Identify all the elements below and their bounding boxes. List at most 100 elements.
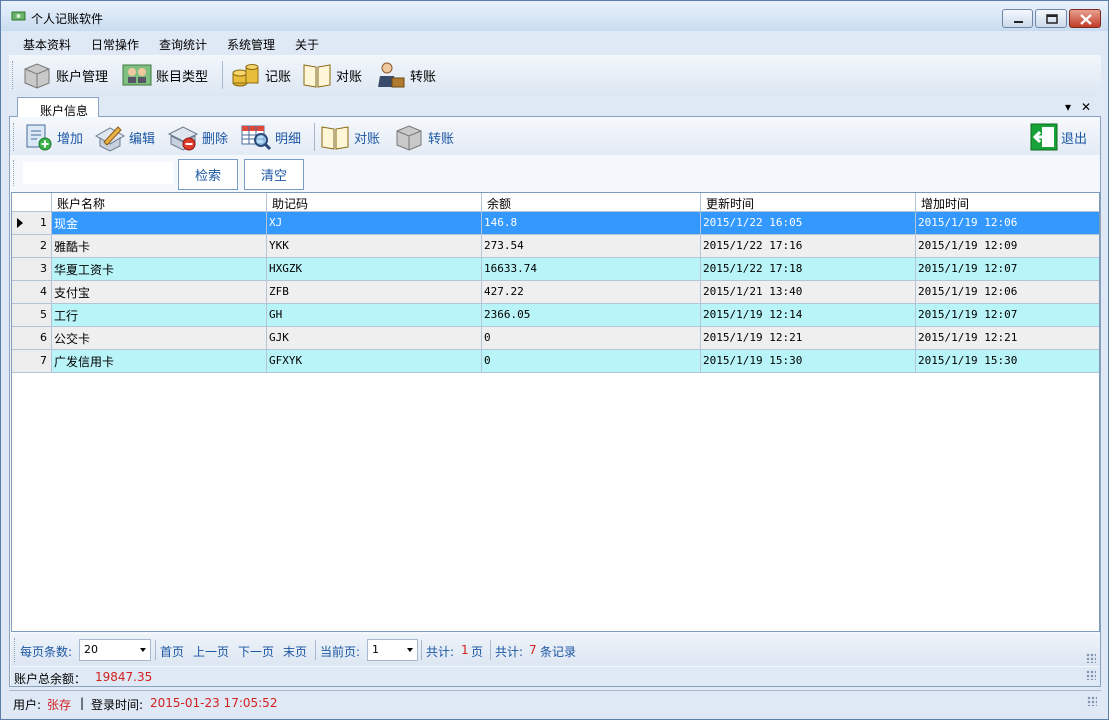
cell-mnemonic[interactable]: GH	[267, 304, 482, 326]
cell-account-name[interactable]: 公交卡	[52, 327, 267, 349]
cell-mnemonic[interactable]: HXGZK	[267, 258, 482, 280]
cell-added[interactable]: 2015/1/19 12:07	[916, 258, 1099, 280]
cell-account-name[interactable]: 工行	[52, 304, 267, 326]
cell-updated[interactable]: 2015/1/19 15:30	[701, 350, 916, 372]
header-balance[interactable]: 余额	[482, 193, 701, 212]
exit-button[interactable]: 退出	[1028, 122, 1087, 152]
cell-added[interactable]: 2015/1/19 12:06	[916, 212, 1099, 234]
toolbar-separator	[314, 123, 315, 151]
cell-updated[interactable]: 2015/1/22 16:05	[701, 212, 916, 234]
minimize-button[interactable]	[1002, 9, 1033, 28]
cell-added[interactable]: 2015/1/19 12:21	[916, 327, 1099, 349]
header-added[interactable]: 增加时间	[916, 193, 1099, 212]
add-button[interactable]: 增加	[24, 122, 83, 152]
transfer-button-2[interactable]: 转账	[393, 122, 454, 152]
coins-icon	[232, 64, 259, 87]
book-icon	[321, 126, 349, 150]
cell-balance[interactable]: 16633.74	[482, 258, 701, 280]
header-account-name[interactable]: 账户名称	[52, 193, 267, 212]
search-input[interactable]	[22, 161, 174, 185]
cell-account-name[interactable]: 广发信用卡	[52, 350, 267, 372]
cell-updated[interactable]: 2015/1/19 12:21	[701, 327, 916, 349]
cell-account-name[interactable]: 华夏工资卡	[52, 258, 267, 280]
table-row[interactable]: 7 广发信用卡 GFXYK 0 2015/1/19 15:30 2015/1/19 15:…	[12, 350, 1099, 373]
cell-added[interactable]: 2015/1/19 12:07	[916, 304, 1099, 326]
row-header[interactable]: 4	[12, 281, 52, 303]
row-header[interactable]: 3	[12, 258, 52, 280]
tab-account-info[interactable]: 账户信息	[17, 97, 99, 118]
menu-query-stats[interactable]: 查询统计	[159, 36, 207, 53]
cell-updated[interactable]: 2015/1/19 12:14	[701, 304, 916, 326]
title-bar: 个人记账软件	[1, 1, 1108, 31]
toolbar-grip	[13, 123, 16, 151]
cell-mnemonic[interactable]: GJK	[267, 327, 482, 349]
cell-balance[interactable]: 0	[482, 350, 701, 372]
table-row[interactable]: 6 公交卡 GJK 0 2015/1/19 12:21 2015/1/19 12:21	[12, 327, 1099, 350]
current-page-select[interactable]: 1	[367, 639, 418, 661]
cell-updated[interactable]: 2015/1/21 13:40	[701, 281, 916, 303]
menu-daily-ops[interactable]: 日常操作	[91, 36, 139, 53]
resize-grip-icon	[1086, 670, 1096, 680]
cell-mnemonic[interactable]: XJ	[267, 212, 482, 234]
row-header[interactable]: 6	[12, 327, 52, 349]
table-row[interactable]: 4 支付宝 ZFB 427.22 2015/1/21 13:40 2015/1/19 12…	[12, 281, 1099, 304]
cell-balance[interactable]: 0	[482, 327, 701, 349]
reconcile-button-2[interactable]: 对账	[319, 122, 380, 152]
cell-updated[interactable]: 2015/1/22 17:18	[701, 258, 916, 280]
cell-added[interactable]: 2015/1/19 12:06	[916, 281, 1099, 303]
cell-mnemonic[interactable]: YKK	[267, 235, 482, 257]
toolbar-grip	[13, 160, 16, 186]
table-row[interactable]: 5 工行 GH 2366.05 2015/1/19 12:14 2015/1/19 12:…	[12, 304, 1099, 327]
delete-button[interactable]: 删除	[167, 122, 228, 152]
reconcile-button[interactable]: 对账	[301, 59, 362, 91]
category-type-button[interactable]: 账目类型	[121, 59, 208, 91]
total-pages-label: 共计:	[426, 645, 455, 659]
cell-balance[interactable]: 2366.05	[482, 304, 701, 326]
row-header[interactable]: 7	[12, 350, 52, 372]
account-info-panel: 增加 编辑 删除 明细 对账 转账 退出 检索 清空 账户名称 助记码 余额 更…	[9, 117, 1101, 687]
menu-about[interactable]: 关于	[295, 36, 319, 53]
maximize-button[interactable]	[1035, 9, 1067, 28]
cell-account-name[interactable]: 现金	[52, 212, 267, 234]
cell-added[interactable]: 2015/1/19 15:30	[916, 350, 1099, 372]
cell-balance[interactable]: 273.54	[482, 235, 701, 257]
cell-account-name[interactable]: 支付宝	[52, 281, 267, 303]
cell-mnemonic[interactable]: ZFB	[267, 281, 482, 303]
cell-added[interactable]: 2015/1/19 12:09	[916, 235, 1099, 257]
menu-basic-data[interactable]: 基本资料	[23, 36, 71, 53]
cell-updated[interactable]: 2015/1/22 17:16	[701, 235, 916, 257]
row-number: 1	[40, 216, 47, 229]
edit-button[interactable]: 编辑	[94, 122, 155, 152]
next-page-link[interactable]: 下一页	[238, 643, 274, 660]
menu-system-mgmt[interactable]: 系统管理	[227, 36, 275, 53]
row-number: 3	[40, 262, 47, 275]
cell-balance[interactable]: 427.22	[482, 281, 701, 303]
cell-account-name[interactable]: 雅酷卡	[52, 235, 267, 257]
detail-button[interactable]: 明细	[240, 122, 301, 152]
header-mnemonic[interactable]: 助记码	[267, 193, 482, 212]
tab-close-icon[interactable]: ✕	[1081, 100, 1091, 114]
table-row[interactable]: 3 华夏工资卡 HXGZK 16633.74 2015/1/22 17:18 2015/1…	[12, 258, 1099, 281]
tab-list-icon[interactable]: ▾	[1065, 100, 1071, 114]
pager-separator	[421, 640, 422, 660]
prev-page-link[interactable]: 上一页	[193, 643, 229, 660]
clear-button[interactable]: 清空	[244, 159, 304, 190]
transfer-button[interactable]: 转账	[375, 59, 436, 91]
table-row[interactable]: 1 现金 XJ 146.8 2015/1/22 16:05 2015/1/19 12:06	[12, 212, 1099, 235]
add-label: 增加	[57, 131, 84, 147]
row-header[interactable]: 1	[12, 212, 52, 234]
search-button[interactable]: 检索	[178, 159, 238, 190]
row-header[interactable]: 2	[12, 235, 52, 257]
account-mgmt-button[interactable]: 账户管理	[21, 59, 108, 91]
close-button[interactable]	[1069, 9, 1101, 28]
per-page-select[interactable]: 20	[79, 639, 151, 661]
cell-balance[interactable]: 146.8	[482, 212, 701, 234]
row-header[interactable]: 5	[12, 304, 52, 326]
bookkeeping-button[interactable]: 记账	[230, 59, 291, 91]
header-updated[interactable]: 更新时间	[701, 193, 916, 212]
balance-summary: 账户总余额： 19847.35	[11, 667, 1100, 686]
table-row[interactable]: 2 雅酷卡 YKK 273.54 2015/1/22 17:16 2015/1/19 12…	[12, 235, 1099, 258]
first-page-link[interactable]: 首页	[160, 643, 184, 660]
last-page-link[interactable]: 末页	[283, 643, 307, 660]
cell-mnemonic[interactable]: GFXYK	[267, 350, 482, 372]
